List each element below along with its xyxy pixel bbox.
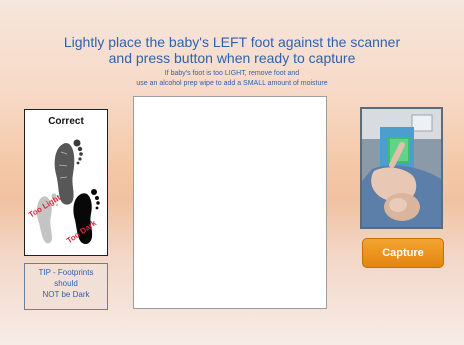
- instruction-subtitle-line-2: use an alcohol prep wipe to add a SMALL …: [136, 80, 328, 87]
- tip-box: TIP - Footprints should NOT be Dark: [24, 263, 108, 310]
- instruction-title-line-2: and press button when ready to capture: [108, 50, 356, 66]
- footprint-examples-image: [36, 139, 100, 245]
- instruction-title-line-1: Lightly place the baby's LEFT foot again…: [63, 34, 401, 50]
- instruction-subtitle: If baby's foot is too LIGHT, remove foot…: [0, 69, 464, 89]
- tip-line-2: should: [54, 279, 78, 288]
- tip-line-1: TIP - Footprints: [38, 268, 94, 277]
- tip-line-3: NOT be Dark: [42, 290, 90, 299]
- correct-label: Correct: [48, 116, 84, 127]
- instruction-subtitle-line-1: If baby's foot is too LIGHT, remove foot…: [164, 70, 300, 77]
- scanner-preview-area: [133, 96, 327, 309]
- footprint-example-card: Correct Too Light Too Dark: [24, 109, 108, 256]
- capture-button[interactable]: Capture: [362, 238, 444, 268]
- instruction-title: Lightly place the baby's LEFT foot again…: [0, 34, 464, 66]
- baby-scanner-photo: [360, 107, 443, 229]
- baby-scanner-photo-image: [362, 109, 441, 227]
